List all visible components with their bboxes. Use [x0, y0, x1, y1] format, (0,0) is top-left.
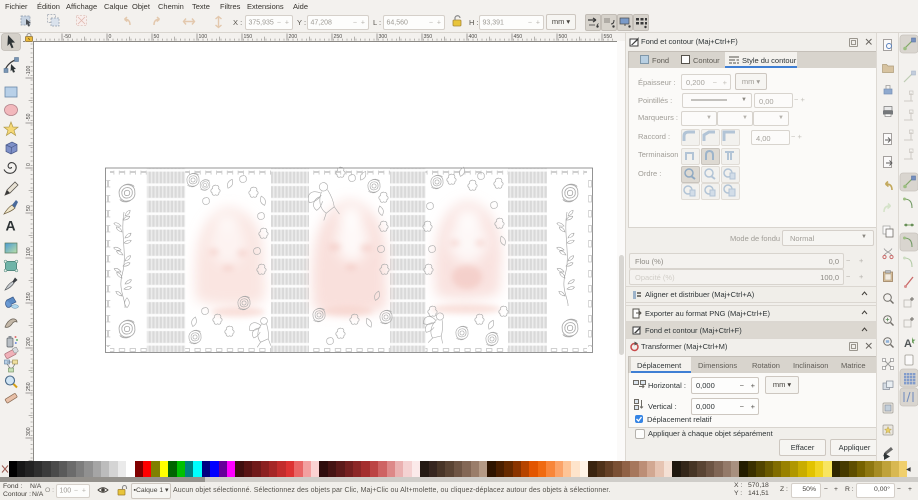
- svg-text:300: 300: [379, 34, 388, 40]
- svg-text:0: 0: [26, 163, 32, 166]
- svg-text:500: 500: [559, 34, 568, 40]
- svg-text:-50: -50: [64, 34, 72, 40]
- svg-text:400: 400: [469, 34, 478, 40]
- svg-text:A: A: [904, 338, 912, 350]
- svg-text:0: 0: [109, 34, 112, 40]
- svg-text:100: 100: [199, 34, 208, 40]
- svg-text:300: 300: [26, 427, 32, 436]
- svg-text:200: 200: [289, 34, 298, 40]
- svg-text:150: 150: [244, 34, 253, 40]
- svg-text:-50: -50: [26, 113, 32, 121]
- svg-text:250: 250: [334, 34, 343, 40]
- svg-text:50: 50: [26, 205, 32, 211]
- svg-text:150: 150: [26, 292, 32, 301]
- svg-text:100: 100: [26, 247, 32, 256]
- svg-text:550: 550: [604, 34, 613, 40]
- svg-text:50: 50: [154, 34, 160, 40]
- svg-text:450: 450: [514, 34, 523, 40]
- svg-text:200: 200: [26, 337, 32, 346]
- svg-text:250: 250: [26, 382, 32, 391]
- svg-text:350: 350: [424, 34, 433, 40]
- svg-text:A: A: [6, 218, 16, 234]
- svg-text:-100: -100: [26, 66, 32, 76]
